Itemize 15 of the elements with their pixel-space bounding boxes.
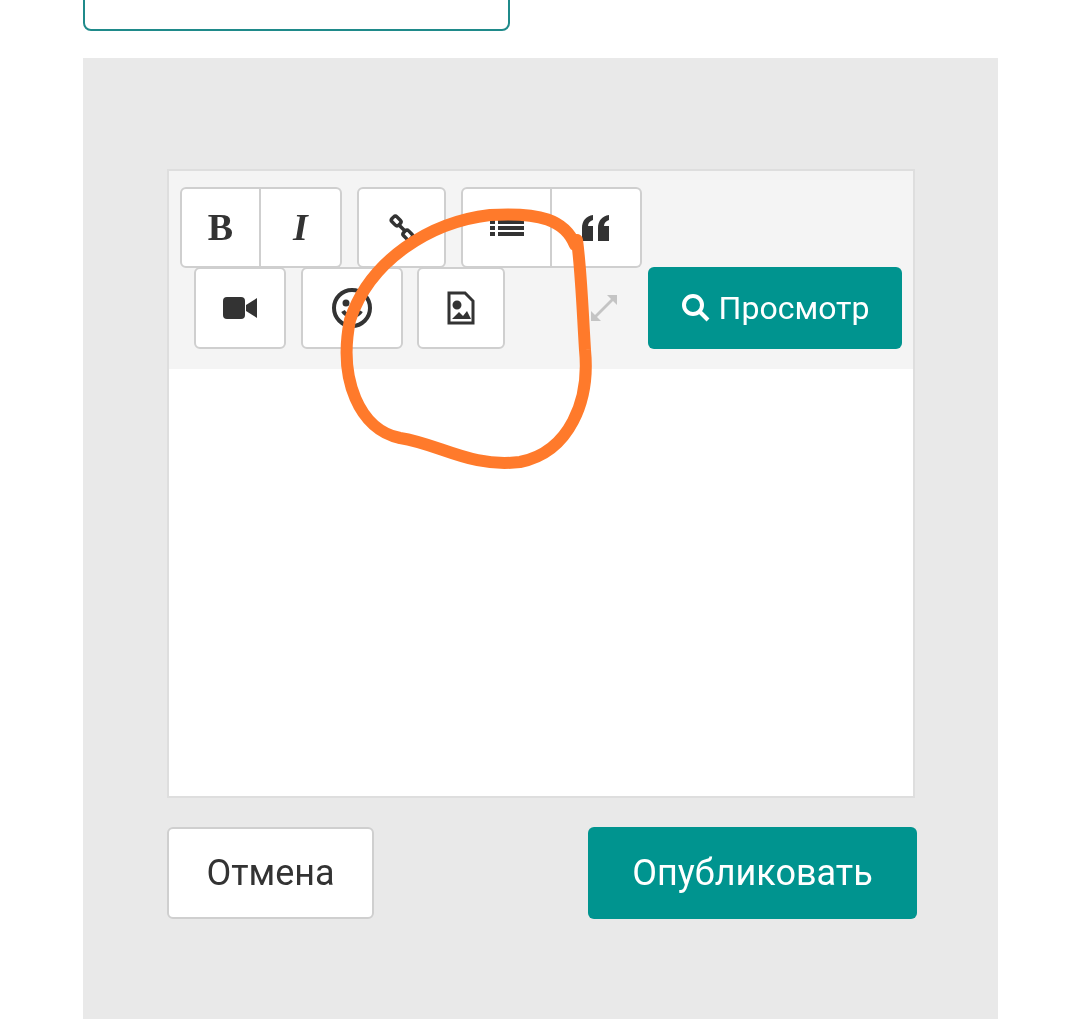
- video-button[interactable]: [194, 267, 286, 349]
- list-icon: [489, 217, 524, 238]
- search-icon: [680, 293, 711, 323]
- publish-button[interactable]: Опубликовать: [588, 827, 917, 919]
- quote-button[interactable]: [552, 187, 642, 268]
- bold-button[interactable]: B: [180, 187, 261, 268]
- link-icon: [387, 213, 416, 242]
- video-camera-icon: [223, 296, 257, 320]
- image-file-icon: [447, 291, 475, 325]
- image-button[interactable]: [417, 267, 505, 349]
- quote-icon: [580, 213, 612, 242]
- preview-button[interactable]: Просмотр: [648, 267, 902, 349]
- italic-button[interactable]: I: [261, 187, 342, 268]
- cancel-button[interactable]: Отмена: [167, 827, 374, 919]
- text-editor[interactable]: B I Просмотр: [167, 169, 915, 798]
